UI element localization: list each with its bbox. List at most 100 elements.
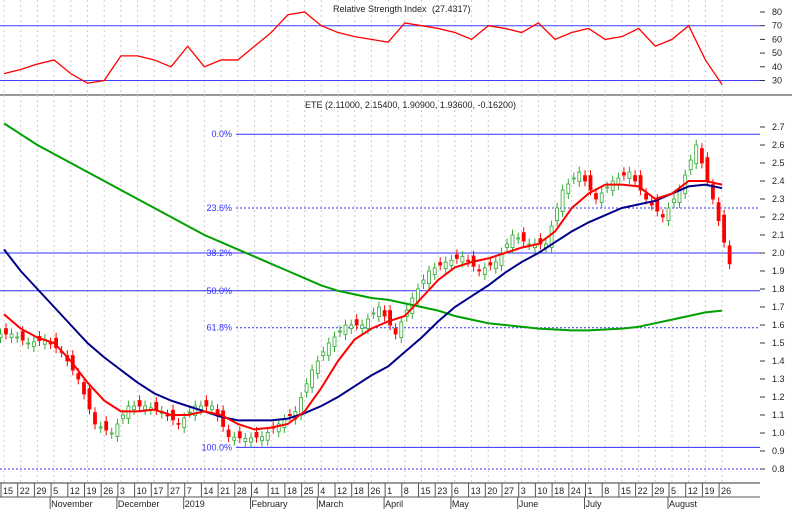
candle-body xyxy=(104,421,109,431)
moving-average-line xyxy=(3,180,723,431)
month-label: 2019 xyxy=(185,499,205,509)
price-y-tick-label: 1.5 xyxy=(772,338,785,348)
price-y-tick-label: 1.1 xyxy=(772,410,785,420)
candle-body xyxy=(399,321,404,339)
candle-body xyxy=(571,177,576,180)
x-tick-label: 18 xyxy=(287,486,297,496)
x-tick-label: 26 xyxy=(721,486,731,496)
stock-chart-window: 15 22 29 5 12 19 26 3 10 17 27 7 14 21 28 4 11 18 25 4 12 18 2… xyxy=(0,0,792,510)
x-tick-label: 18 xyxy=(354,486,364,496)
x-tick-label: 26 xyxy=(103,486,113,496)
fibonacci-label: 0.0% xyxy=(211,129,232,139)
x-tick-label: 28 xyxy=(237,486,247,496)
candle-body xyxy=(93,412,97,425)
x-tick-label: 12 xyxy=(688,486,698,496)
candle-body xyxy=(32,341,36,347)
candle-body xyxy=(20,331,25,341)
candle-body xyxy=(82,382,86,395)
x-tick-label: 15 xyxy=(421,486,431,496)
month-label: May xyxy=(452,499,470,509)
candle-body xyxy=(477,269,482,272)
candle-body xyxy=(265,431,270,441)
price-title: ETE (2.11000, 2.15400, 1.90900, 1.93600,… xyxy=(305,100,516,110)
price-y-tick-label: 2.6 xyxy=(772,140,785,150)
x-tick-label: 24 xyxy=(571,486,581,496)
candle-body xyxy=(132,405,137,410)
candle-body xyxy=(9,333,14,338)
x-tick-label: 20 xyxy=(487,486,497,496)
price-y-tick-label: 1.9 xyxy=(772,266,785,276)
price-y-tick-label: 2.0 xyxy=(772,248,785,258)
price-y-tick-label: 2.7 xyxy=(772,122,785,132)
x-tick-label: 19 xyxy=(704,486,714,496)
x-tick-label: 25 xyxy=(304,486,314,496)
fibonacci-label: 61.8% xyxy=(206,323,232,333)
candle-body xyxy=(326,342,331,357)
candle-body xyxy=(4,328,8,335)
x-tick-label: 7 xyxy=(187,486,192,496)
candle-body xyxy=(232,436,237,441)
candle-body xyxy=(622,172,626,176)
candle-body xyxy=(722,214,726,243)
month-label: March xyxy=(318,499,343,509)
candle-body xyxy=(332,336,337,348)
candle-body xyxy=(176,422,181,425)
candle-body xyxy=(237,431,242,439)
x-tick-label: 6 xyxy=(454,486,459,496)
candle-body xyxy=(566,183,571,194)
candle-body xyxy=(304,383,309,393)
chart-canvas: 15 22 29 5 12 19 26 3 10 17 27 7 14 21 28 4 11 18 25 4 12 18 2… xyxy=(0,0,792,509)
rsi-y-tick-label: 80 xyxy=(772,7,782,17)
price-y-tick-label: 0.8 xyxy=(772,464,785,474)
candle-body xyxy=(660,214,665,218)
x-tick-label: 23 xyxy=(437,486,447,496)
candle-body xyxy=(583,175,587,182)
candle-body xyxy=(700,148,704,164)
x-tick-label: 22 xyxy=(638,486,648,496)
candle-body xyxy=(349,324,354,329)
rsi-y-tick-label: 50 xyxy=(772,48,782,58)
candle-body xyxy=(310,369,315,388)
candle-body xyxy=(577,171,582,182)
candle-body xyxy=(98,426,103,429)
candle-body xyxy=(427,270,431,284)
x-tick-label: 1 xyxy=(387,486,392,496)
rsi-value: (27.4317) xyxy=(432,4,471,14)
candle-body xyxy=(354,319,359,326)
rsi-y-tick-label: 60 xyxy=(772,34,782,44)
candle-body xyxy=(610,180,615,191)
price-y-tick-label: 1.4 xyxy=(772,356,785,366)
candle-body xyxy=(221,410,226,427)
price-y-tick-label: 1.3 xyxy=(772,374,785,384)
rsi-title: Relative Strength Index xyxy=(333,4,427,14)
candle-body xyxy=(482,267,487,275)
candle-body xyxy=(516,237,521,240)
rsi-y-tick-label: 40 xyxy=(772,62,782,72)
candle-body xyxy=(666,207,671,221)
fibonacci-label: 23.6% xyxy=(206,203,232,213)
candle-body xyxy=(338,330,342,333)
x-tick-label: 21 xyxy=(220,486,230,496)
candle-body xyxy=(15,336,20,339)
candle-body xyxy=(393,328,398,335)
candle-body xyxy=(521,232,526,242)
candle-body xyxy=(727,245,732,265)
candle-body xyxy=(182,417,187,428)
x-tick-label: 14 xyxy=(203,486,213,496)
candle-body xyxy=(26,342,31,345)
candle-body xyxy=(315,360,320,375)
candle-body xyxy=(260,436,264,442)
candle-body xyxy=(321,351,326,356)
candle-body xyxy=(365,318,370,330)
price-y-tick-label: 2.5 xyxy=(772,158,785,168)
candle-body xyxy=(454,254,459,259)
x-tick-label: 3 xyxy=(120,486,125,496)
x-tick-label: 12 xyxy=(337,486,347,496)
price-y-tick-label: 1.8 xyxy=(772,284,785,294)
moving-average-line xyxy=(3,183,723,422)
x-tick-label: 10 xyxy=(137,486,147,496)
candle-body xyxy=(388,310,393,326)
x-tick-label: 19 xyxy=(87,486,97,496)
candle-body xyxy=(249,437,253,443)
candle-body xyxy=(287,413,292,416)
